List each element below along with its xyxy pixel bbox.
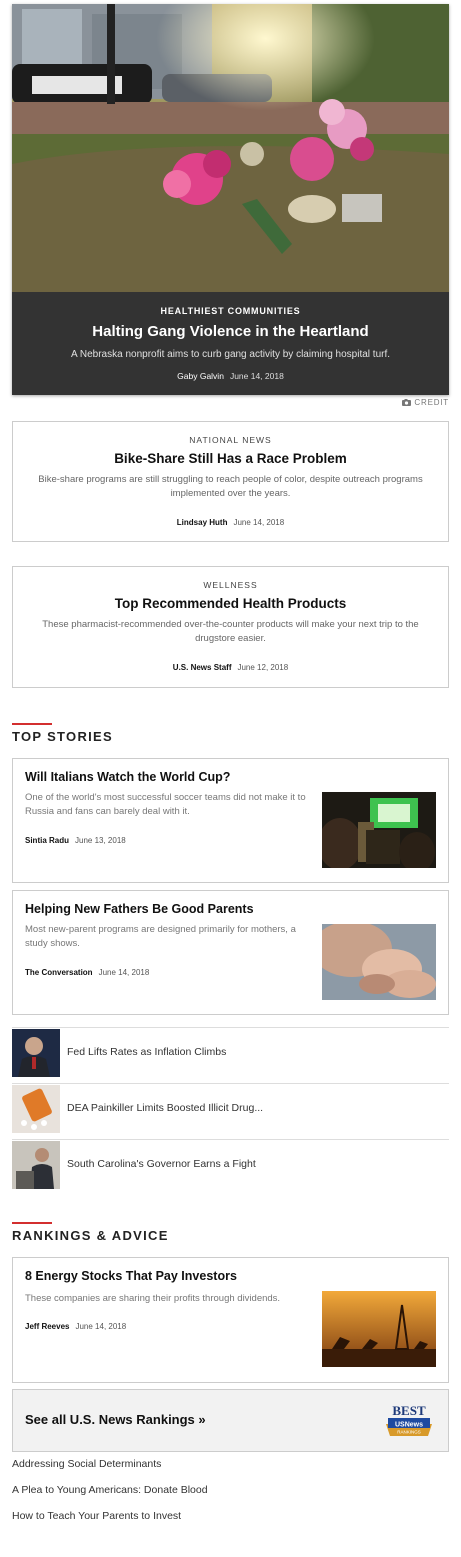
list-thumbnail[interactable] <box>12 1029 60 1077</box>
svg-text:BEST: BEST <box>392 1403 426 1418</box>
hero-title[interactable]: Halting Gang Violence in the Heartland <box>12 323 449 340</box>
story-card[interactable]: Will Italians Watch the World Cup? One o… <box>12 758 449 883</box>
feature-dek: These pharmacist-recommended over-the-co… <box>42 619 419 644</box>
story-byline: Sintia Radu June 13, 2018 <box>25 836 126 845</box>
story-byline: The Conversation June 14, 2018 <box>25 968 149 977</box>
hero-dek: A Nebraska nonprofit aims to curb gang a… <box>70 349 391 360</box>
baby-hand-photo <box>322 924 436 1000</box>
list-item[interactable]: Fed Lifts Rates as Inflation Climbs <box>12 1027 449 1082</box>
memorial-flowers-photo <box>12 4 449 292</box>
footer-link[interactable]: Addressing Social Determinants <box>12 1458 161 1470</box>
story-date: June 14, 2018 <box>98 968 150 977</box>
story-byline: Jeff Reeves June 14, 2018 <box>25 1322 126 1331</box>
story-title[interactable]: 8 Energy Stocks That Pay Investors <box>25 1269 315 1283</box>
story-author[interactable]: Jeff Reeves <box>25 1322 69 1331</box>
story-author[interactable]: The Conversation <box>25 968 93 977</box>
story-dek: Most new-parent programs are designed pr… <box>25 924 296 949</box>
list-item[interactable]: South Carolina's Governor Earns a Fight <box>12 1139 449 1194</box>
camera-icon <box>402 399 412 406</box>
svg-text:RANKINGS: RANKINGS <box>397 1430 421 1435</box>
list-item-title[interactable]: DEA Painkiller Limits Boosted Illicit Dr… <box>67 1102 263 1114</box>
feature-title[interactable]: Top Recommended Health Products <box>13 596 448 611</box>
credit-toggle[interactable]: CREDIT <box>402 398 449 407</box>
section-accent-bar <box>12 1222 52 1224</box>
story-thumbnail[interactable] <box>322 792 436 868</box>
list-thumbnail[interactable] <box>12 1141 60 1189</box>
feature-title[interactable]: Bike-Share Still Has a Race Problem <box>13 451 448 466</box>
story-title[interactable]: Will Italians Watch the World Cup? <box>25 770 315 784</box>
see-all-rankings-link[interactable]: See all U.S. News Rankings » BEST USNews… <box>12 1389 449 1452</box>
hero-story[interactable]: HEALTHIEST COMMUNITIES Halting Gang Viol… <box>12 4 449 395</box>
list-item[interactable]: DEA Painkiller Limits Boosted Illicit Dr… <box>12 1083 449 1138</box>
top-stories-heading: TOP STORIES <box>12 729 113 744</box>
rankings-heading: RANKINGS & ADVICE <box>12 1228 169 1243</box>
story-date: June 14, 2018 <box>75 1322 127 1331</box>
list-item-title[interactable]: Fed Lifts Rates as Inflation Climbs <box>67 1046 226 1058</box>
governor-podium-photo <box>12 1141 60 1189</box>
hero-author[interactable]: Gaby Galvin <box>177 371 224 381</box>
svg-text:USNews: USNews <box>395 1422 423 1429</box>
feature-byline: U.S. News Staff June 12, 2018 <box>13 663 448 672</box>
footer-link[interactable]: How to Teach Your Parents to Invest <box>12 1510 181 1522</box>
footer-link[interactable]: A Plea to Young Americans: Donate Blood <box>12 1484 208 1496</box>
pill-bottle-photo <box>12 1085 60 1133</box>
feature-card[interactable]: WELLNESS Top Recommended Health Products… <box>12 566 449 688</box>
hero-image[interactable] <box>12 4 449 292</box>
story-title[interactable]: Helping New Fathers Be Good Parents <box>25 902 315 916</box>
hero-caption: HEALTHIEST COMMUNITIES Halting Gang Viol… <box>12 292 449 395</box>
story-dek: One of the world's most successful socce… <box>25 792 306 817</box>
story-date: June 13, 2018 <box>75 836 126 845</box>
fed-chair-photo <box>12 1029 60 1077</box>
tv-viewers-photo <box>322 792 436 868</box>
feature-date: June 14, 2018 <box>233 518 285 527</box>
section-accent-bar <box>12 723 52 725</box>
story-author[interactable]: Sintia Radu <box>25 836 69 845</box>
credit-label: CREDIT <box>414 398 449 407</box>
feature-date: June 12, 2018 <box>237 663 289 672</box>
feature-author[interactable]: Lindsay Huth <box>177 518 228 527</box>
see-all-rankings-label: See all U.S. News Rankings » <box>25 1412 206 1427</box>
story-dek: These companies are sharing their profit… <box>25 1293 281 1304</box>
feature-author[interactable]: U.S. News Staff <box>173 663 232 672</box>
best-rankings-badge: BEST USNews RANKINGS <box>382 1402 436 1440</box>
story-thumbnail[interactable] <box>322 924 436 1000</box>
list-thumbnail[interactable] <box>12 1085 60 1133</box>
hero-kicker[interactable]: HEALTHIEST COMMUNITIES <box>12 306 449 316</box>
hero-byline: Gaby Galvin June 14, 2018 <box>12 371 449 381</box>
best-badge-icon: BEST USNews RANKINGS <box>386 1403 432 1436</box>
feature-kicker[interactable]: NATIONAL NEWS <box>13 435 448 445</box>
oil-field-photo <box>322 1291 436 1367</box>
story-thumbnail[interactable] <box>322 1291 436 1367</box>
list-item-title[interactable]: South Carolina's Governor Earns a Fight <box>67 1158 256 1170</box>
feature-card[interactable]: NATIONAL NEWS Bike-Share Still Has a Rac… <box>12 421 449 542</box>
feature-kicker[interactable]: WELLNESS <box>13 580 448 590</box>
story-card[interactable]: 8 Energy Stocks That Pay Investors These… <box>12 1257 449 1383</box>
feature-byline: Lindsay Huth June 14, 2018 <box>13 518 448 527</box>
feature-dek: Bike-share programs are still struggling… <box>38 474 423 499</box>
story-card[interactable]: Helping New Fathers Be Good Parents Most… <box>12 890 449 1015</box>
hero-date: June 14, 2018 <box>229 371 284 381</box>
